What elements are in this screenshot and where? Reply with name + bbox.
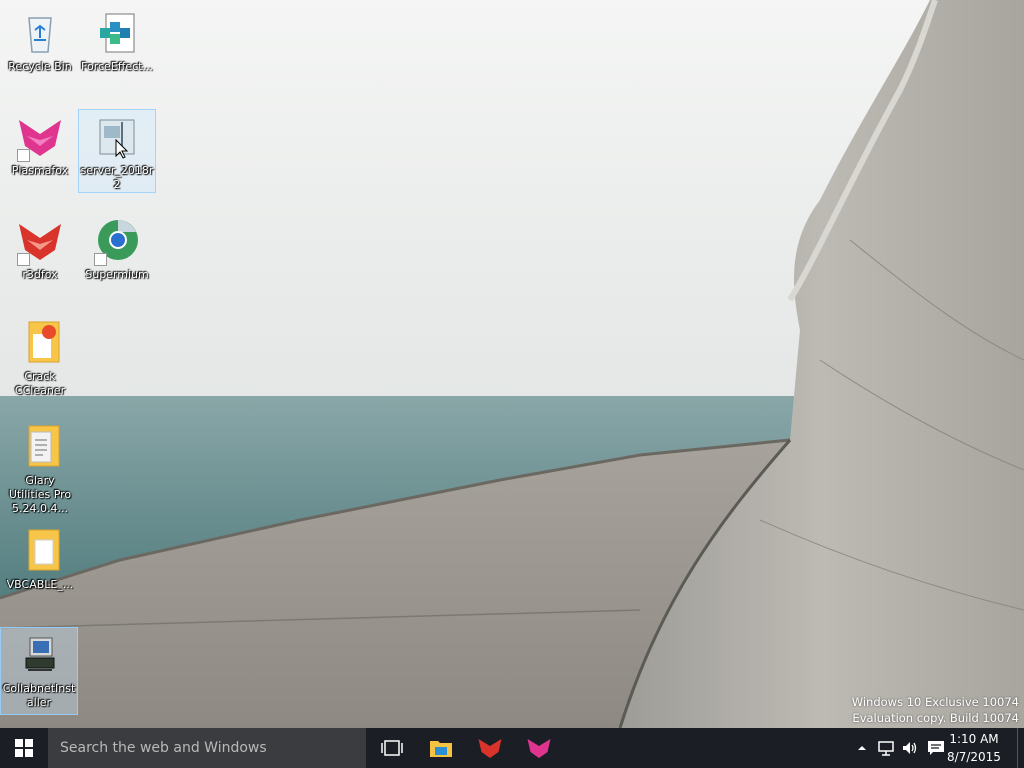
recycle-bin-icon (15, 8, 65, 58)
r3dfox-icon (15, 216, 65, 266)
desktop-icon-label: Supermium (85, 268, 149, 281)
show-desktop-button[interactable] (1017, 728, 1024, 768)
taskbar-file-explorer[interactable] (417, 728, 465, 768)
taskbar-r3dfox[interactable] (466, 728, 514, 768)
desktop-icon-label: ForceEffect... (81, 60, 153, 73)
search-placeholder: Search the web and Windows (60, 740, 267, 756)
desktop-icon-label: Crack CCleaner (14, 370, 66, 397)
server-image-icon (92, 112, 142, 162)
folder-file-icon (15, 422, 65, 472)
volume-icon (903, 742, 917, 754)
plasmafox-icon (527, 739, 551, 758)
taskbar-search-box[interactable]: Search the web and Windows (48, 728, 366, 768)
action-center-button[interactable] (926, 738, 946, 758)
desktop-icon-r3dfox[interactable]: r3dfox (2, 214, 78, 282)
file-explorer-icon (430, 741, 452, 757)
clock-time: 1:10 AM (949, 732, 999, 746)
chevron-up-icon (858, 746, 866, 750)
show-hidden-icons-button[interactable] (852, 738, 872, 758)
desktop-icon-label: server_2018r2 (80, 164, 154, 191)
taskbar-clock[interactable]: 1:10 AM 8/7/2015 (944, 730, 1004, 766)
plasmafox-icon (15, 112, 65, 162)
r3dfox-icon (478, 739, 502, 758)
windows-logo-icon (15, 739, 33, 757)
task-view-icon (381, 740, 403, 756)
desktop-icon-label: Recycle Bin (8, 60, 72, 73)
action-center-icon (928, 741, 944, 755)
desktop-icon-server-2018r2[interactable]: server_2018r2 (78, 109, 156, 193)
computer-installer-icon (14, 630, 64, 680)
shortcut-arrow-icon (17, 149, 30, 162)
network-tray-button[interactable] (876, 738, 896, 758)
forceeffect-installer-icon (92, 8, 142, 58)
desktop-icon-recycle-bin[interactable]: Recycle Bin (2, 6, 78, 74)
desktop-icon-collabnetinstaller[interactable]: CollabnetInstaller (0, 627, 78, 715)
shortcut-arrow-icon (94, 253, 107, 266)
desktop-icon-label: Plasmafox (11, 164, 69, 177)
clock-date: 8/7/2015 (947, 750, 1001, 764)
shortcut-arrow-icon (17, 253, 30, 266)
desktop-icon-forceeffect[interactable]: ForceEffect... (79, 6, 155, 74)
desktop-icon-vbcable[interactable]: VBCABLE_... (2, 524, 78, 592)
supermium-icon (92, 216, 142, 266)
volume-tray-button[interactable] (900, 738, 920, 758)
desktop-icon-supermium[interactable]: Supermium (79, 214, 155, 282)
desktop-icon-plasmafox[interactable]: Plasmafox (2, 110, 78, 178)
taskbar: Search the web and Windows 1:10 AM 8/7/2… (0, 728, 1024, 768)
task-view-button[interactable] (368, 728, 416, 768)
desktop-icon-glary-utilities[interactable]: Glary Utilities Pro 5.24.0.4... (2, 420, 78, 516)
start-button[interactable] (0, 728, 48, 768)
desktop-icon-crack-ccleaner[interactable]: Crack CCleaner (2, 316, 78, 398)
watermark-line-build: Evaluation copy. Build 10074 (852, 711, 1019, 725)
folder-file-icon (15, 526, 65, 576)
desktop-icon-label: VBCABLE_... (6, 578, 74, 591)
folder-file-icon (15, 318, 65, 368)
desktop-icon-label: CollabnetInstaller (2, 682, 76, 709)
desktop-icon-label: Glary Utilities Pro 5.24.0.4... (8, 474, 72, 515)
network-icon (878, 741, 894, 756)
desktop-icon-label: r3dfox (22, 268, 58, 281)
taskbar-plasmafox[interactable] (515, 728, 563, 768)
windows-build-watermark: Windows 10 Exclusive 10074 Evaluation co… (852, 694, 1019, 726)
watermark-line-edition: Windows 10 Exclusive 10074 (851, 695, 1019, 709)
